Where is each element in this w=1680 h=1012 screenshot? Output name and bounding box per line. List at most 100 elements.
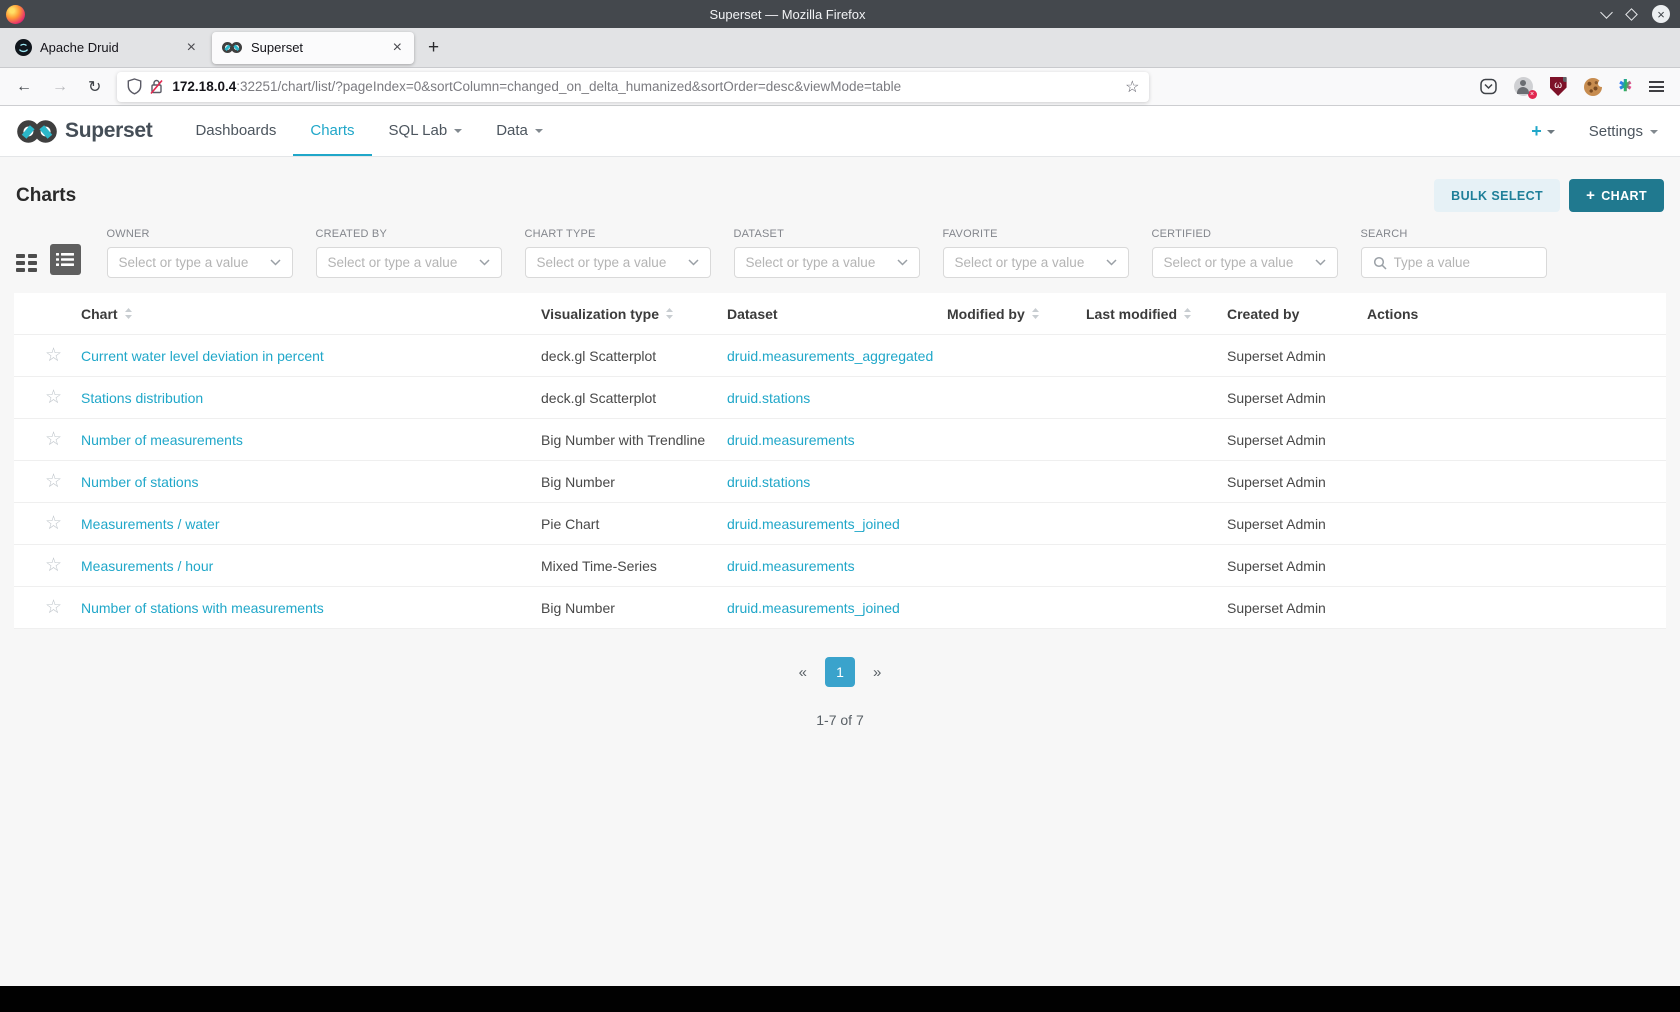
filter-select[interactable]: Type a value <box>1360 247 1547 278</box>
chevron-down-icon <box>1105 259 1117 266</box>
chart-link[interactable]: Number of measurements <box>81 432 243 448</box>
favorite-star-icon[interactable]: ☆ <box>45 430 62 449</box>
settings-menu[interactable]: Settings <box>1589 123 1658 140</box>
adblock-badge: 4 <box>1562 77 1567 82</box>
chart-link[interactable]: Measurements / hour <box>81 558 213 574</box>
filter-label: FAVORITE <box>942 228 998 240</box>
favorite-star-icon[interactable]: ☆ <box>45 472 62 491</box>
column-header[interactable]: Modified by <box>947 306 1086 322</box>
table-header: Chart Visualization type Dataset Modifie… <box>14 293 1666 335</box>
dataset-link[interactable]: druid.measurements_joined <box>727 600 900 616</box>
nav-item-sql-lab[interactable]: SQL Lab <box>372 106 480 156</box>
shield-icon[interactable] <box>127 78 142 95</box>
extension-asterisk-icon[interactable]: ✱ <box>1619 78 1632 95</box>
chevron-down-icon <box>687 259 699 266</box>
table-row: ☆ Measurements / hour Mixed Time-Series … <box>14 545 1666 587</box>
next-page-button[interactable]: » <box>863 660 891 685</box>
maximize-icon[interactable] <box>1625 7 1638 21</box>
pocket-icon[interactable] <box>1479 78 1497 95</box>
url-bar[interactable]: 172.18.0.4:32251/chart/list/?pageIndex=0… <box>117 71 1150 102</box>
chart-link[interactable]: Stations distribution <box>81 390 203 406</box>
filter-group: FAVORITE Select or type a value <box>942 228 1129 278</box>
add-chart-button[interactable]: + CHART <box>1569 179 1664 212</box>
dataset-link[interactable]: druid.measurements <box>727 558 855 574</box>
pagination: « 1 » <box>0 657 1680 687</box>
column-header[interactable]: Chart <box>81 306 541 322</box>
filter-group: SEARCH Type a value <box>1360 228 1547 278</box>
tab-close-icon[interactable]: × <box>184 39 199 57</box>
column-header[interactable]: Last modified <box>1086 306 1227 322</box>
previous-page-button[interactable]: « <box>789 660 817 685</box>
sort-icon[interactable] <box>124 307 133 320</box>
superset-favicon <box>222 42 242 53</box>
new-tab-button[interactable]: + <box>416 37 451 59</box>
column-header[interactable]: Visualization type <box>541 306 727 322</box>
filter-group: CHART TYPE Select or type a value <box>524 228 711 278</box>
nav-item-data[interactable]: Data <box>479 106 560 156</box>
chart-link[interactable]: Number of stations with measurements <box>81 600 324 616</box>
page-1-button[interactable]: 1 <box>825 657 855 687</box>
column-label: Created by <box>1227 305 1300 322</box>
sort-icon[interactable] <box>1183 307 1192 320</box>
minimize-icon[interactable] <box>1600 5 1613 19</box>
chevron-down-icon <box>454 129 463 133</box>
reload-button[interactable]: ↻ <box>78 77 111 97</box>
column-header[interactable]: Created by <box>1227 306 1367 322</box>
search-input[interactable] <box>1393 255 1535 270</box>
chevron-down-icon <box>1650 130 1658 134</box>
column-header[interactable]: Dataset <box>727 306 947 322</box>
chart-link[interactable]: Current water level deviation in percent <box>81 348 324 364</box>
account-icon[interactable]: × <box>1513 77 1537 99</box>
chart-link[interactable]: Measurements / water <box>81 516 220 532</box>
bookmark-star-icon[interactable]: ☆ <box>1125 77 1139 97</box>
tab-superset[interactable]: Superset × <box>212 31 414 64</box>
sort-icon[interactable] <box>665 307 674 320</box>
filter-placeholder: Select or type a value <box>536 255 667 270</box>
favorite-star-icon[interactable]: ☆ <box>45 514 62 533</box>
browser-window: Superset — Mozilla Firefox × Apache Drui… <box>0 0 1680 1012</box>
favorite-star-icon[interactable]: ☆ <box>45 388 62 407</box>
insecure-lock-icon[interactable] <box>149 78 164 95</box>
table-row: ☆ Number of stations Big Number druid.st… <box>14 461 1666 503</box>
list-view-icon[interactable] <box>49 244 81 275</box>
dataset-link[interactable]: druid.stations <box>727 390 810 406</box>
forward-button[interactable]: → <box>42 78 78 96</box>
favorite-star-icon[interactable]: ☆ <box>45 346 62 365</box>
sort-icon[interactable] <box>1031 307 1040 320</box>
superset-brand[interactable]: Superset <box>16 106 153 156</box>
adblock-shield-icon[interactable]: ω4 <box>1549 77 1567 96</box>
filter-select[interactable]: Select or type a value <box>315 247 502 278</box>
filter-select[interactable]: Select or type a value <box>733 247 920 278</box>
druid-favicon <box>15 39 32 56</box>
favorite-star-icon[interactable]: ☆ <box>45 556 62 575</box>
account-error-badge: × <box>1527 90 1537 99</box>
created-by-cell: Superset Admin <box>1227 347 1326 364</box>
filter-select[interactable]: Select or type a value <box>942 247 1129 278</box>
back-button[interactable]: ← <box>6 78 42 96</box>
column-label: Chart <box>81 305 118 322</box>
nav-item-charts[interactable]: Charts <box>293 106 372 156</box>
nav-item-dashboards[interactable]: Dashboards <box>178 106 293 156</box>
tab-close-icon[interactable]: × <box>390 39 405 57</box>
dataset-link[interactable]: druid.measurements <box>727 432 855 448</box>
card-view-icon[interactable] <box>16 253 37 276</box>
search-icon <box>1373 256 1387 270</box>
filter-select[interactable]: Select or type a value <box>524 247 711 278</box>
dataset-link[interactable]: druid.stations <box>727 474 810 490</box>
url-path: :32251/chart/list/?pageIndex=0&sortColum… <box>236 79 902 94</box>
cookie-icon[interactable] <box>1583 77 1605 96</box>
new-item-menu[interactable]: + <box>1531 121 1555 142</box>
column-header[interactable]: Actions <box>1367 306 1666 322</box>
dataset-link[interactable]: druid.measurements_aggregated <box>727 348 933 364</box>
bulk-select-button[interactable]: BULK SELECT <box>1434 179 1561 212</box>
favorite-star-icon[interactable]: ☆ <box>45 598 62 617</box>
viz-type-cell: Big Number with Trendline <box>541 431 706 448</box>
chart-link[interactable]: Number of stations <box>81 474 199 490</box>
window-close-icon[interactable]: × <box>1652 5 1670 23</box>
menu-icon[interactable] <box>1649 81 1664 92</box>
filter-select[interactable]: Select or type a value <box>106 247 293 278</box>
filter-select[interactable]: Select or type a value <box>1151 247 1338 278</box>
chevron-down-icon <box>896 259 908 266</box>
dataset-link[interactable]: druid.measurements_joined <box>727 516 900 532</box>
tab-apache-druid[interactable]: Apache Druid × <box>6 32 208 64</box>
